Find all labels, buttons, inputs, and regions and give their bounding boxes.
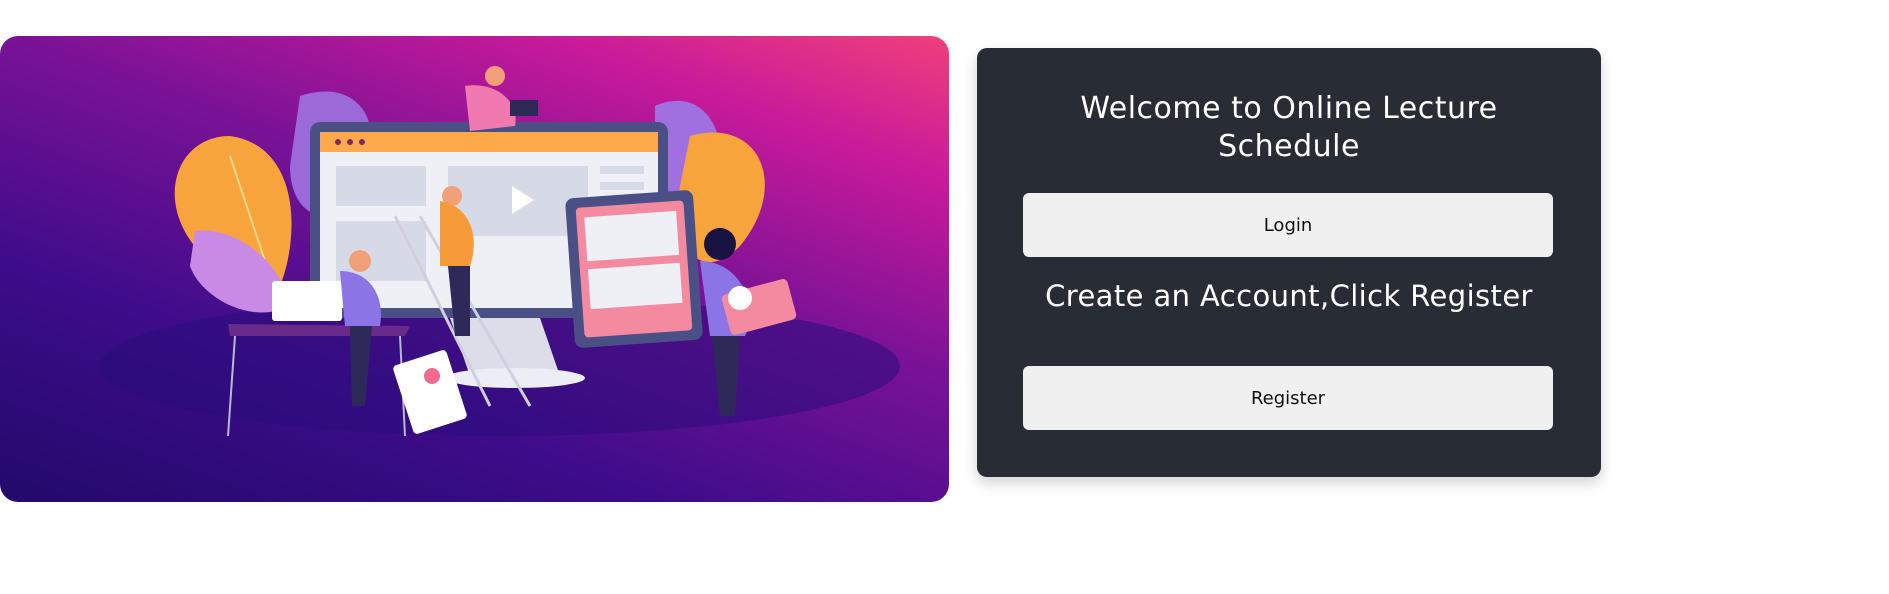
register-button[interactable]: Register xyxy=(1023,366,1553,430)
hero-illustration xyxy=(0,36,949,502)
welcome-title: Welcome to Online Lecture Schedule xyxy=(1080,91,1498,164)
login-button[interactable]: Login xyxy=(1023,193,1553,257)
register-prompt: Create an Account,Click Register xyxy=(1045,279,1533,313)
welcome-card: Welcome to Online Lecture Schedule Login… xyxy=(977,48,1601,477)
online-learning-illustration xyxy=(100,66,900,437)
landing-page: Welcome to Online Lecture Schedule Login… xyxy=(0,0,1889,594)
